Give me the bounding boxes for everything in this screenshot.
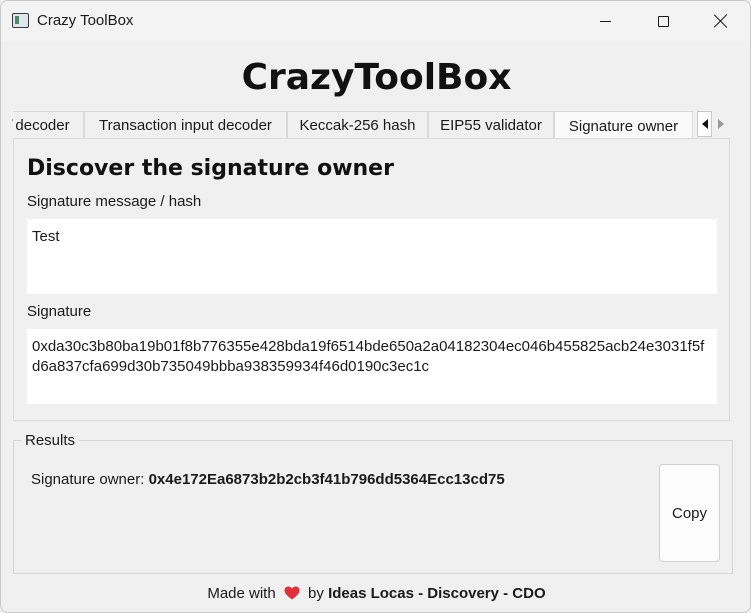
tab-scroll-right-button[interactable] (713, 111, 728, 137)
maximize-icon (657, 15, 669, 27)
close-icon (714, 14, 728, 28)
titlebar: Crazy ToolBox (1, 1, 750, 41)
tab-eip55-validator[interactable]: EIP55 validator (428, 111, 554, 139)
arrow-right-icon (717, 119, 724, 129)
tab-scroll-left-button[interactable] (697, 111, 712, 137)
copy-button[interactable]: Copy (659, 464, 720, 562)
minimize-button[interactable] (576, 1, 634, 41)
heart-icon (284, 586, 300, 600)
tab-signature-owner[interactable]: Signature owner (554, 111, 693, 139)
owner-address: 0x4e172Ea6873b2b2cb3f41b796dd5364Ecc13cd… (148, 471, 505, 488)
footer: Made with by Ideas Locas - Discovery - C… (1, 585, 750, 602)
owner-label: Signature owner: (31, 471, 149, 488)
maximize-button[interactable] (634, 1, 692, 41)
results-group (13, 440, 733, 574)
message-label: Signature message / hash (27, 193, 202, 210)
signature-owner-result: Signature owner: 0x4e172Ea6873b2b2cb3f41… (31, 471, 505, 488)
footer-middle: by (308, 585, 324, 602)
panel-heading: Discover the signature owner (27, 156, 394, 181)
tab-decoder[interactable]: decoder (13, 111, 84, 139)
results-legend: Results (21, 432, 80, 449)
footer-prefix: Made with (207, 585, 276, 602)
tab-keccak-256-hash[interactable]: Keccak-256 hash (287, 111, 428, 139)
window-title: Crazy ToolBox (37, 12, 134, 29)
app-title: CrazyToolBox (241, 57, 512, 98)
tab-transaction-input-decoder[interactable]: Transaction input decoder (84, 111, 287, 139)
signature-input[interactable]: 0xda30c3b80ba19b01f8b776355e428bda19f651… (27, 329, 717, 404)
message-input[interactable]: Test (27, 219, 717, 294)
signature-label: Signature (27, 303, 92, 320)
tab-bar: decoder Transaction input decoder Keccak… (13, 111, 693, 139)
footer-author: Ideas Locas - Discovery - CDO (328, 585, 546, 602)
arrow-left-icon (701, 119, 708, 129)
app-window-icon (12, 13, 29, 28)
close-button[interactable] (692, 1, 750, 41)
app-window: Crazy ToolBox CrazyToolBox decoder Trans… (0, 0, 751, 613)
minimize-icon (599, 20, 611, 22)
